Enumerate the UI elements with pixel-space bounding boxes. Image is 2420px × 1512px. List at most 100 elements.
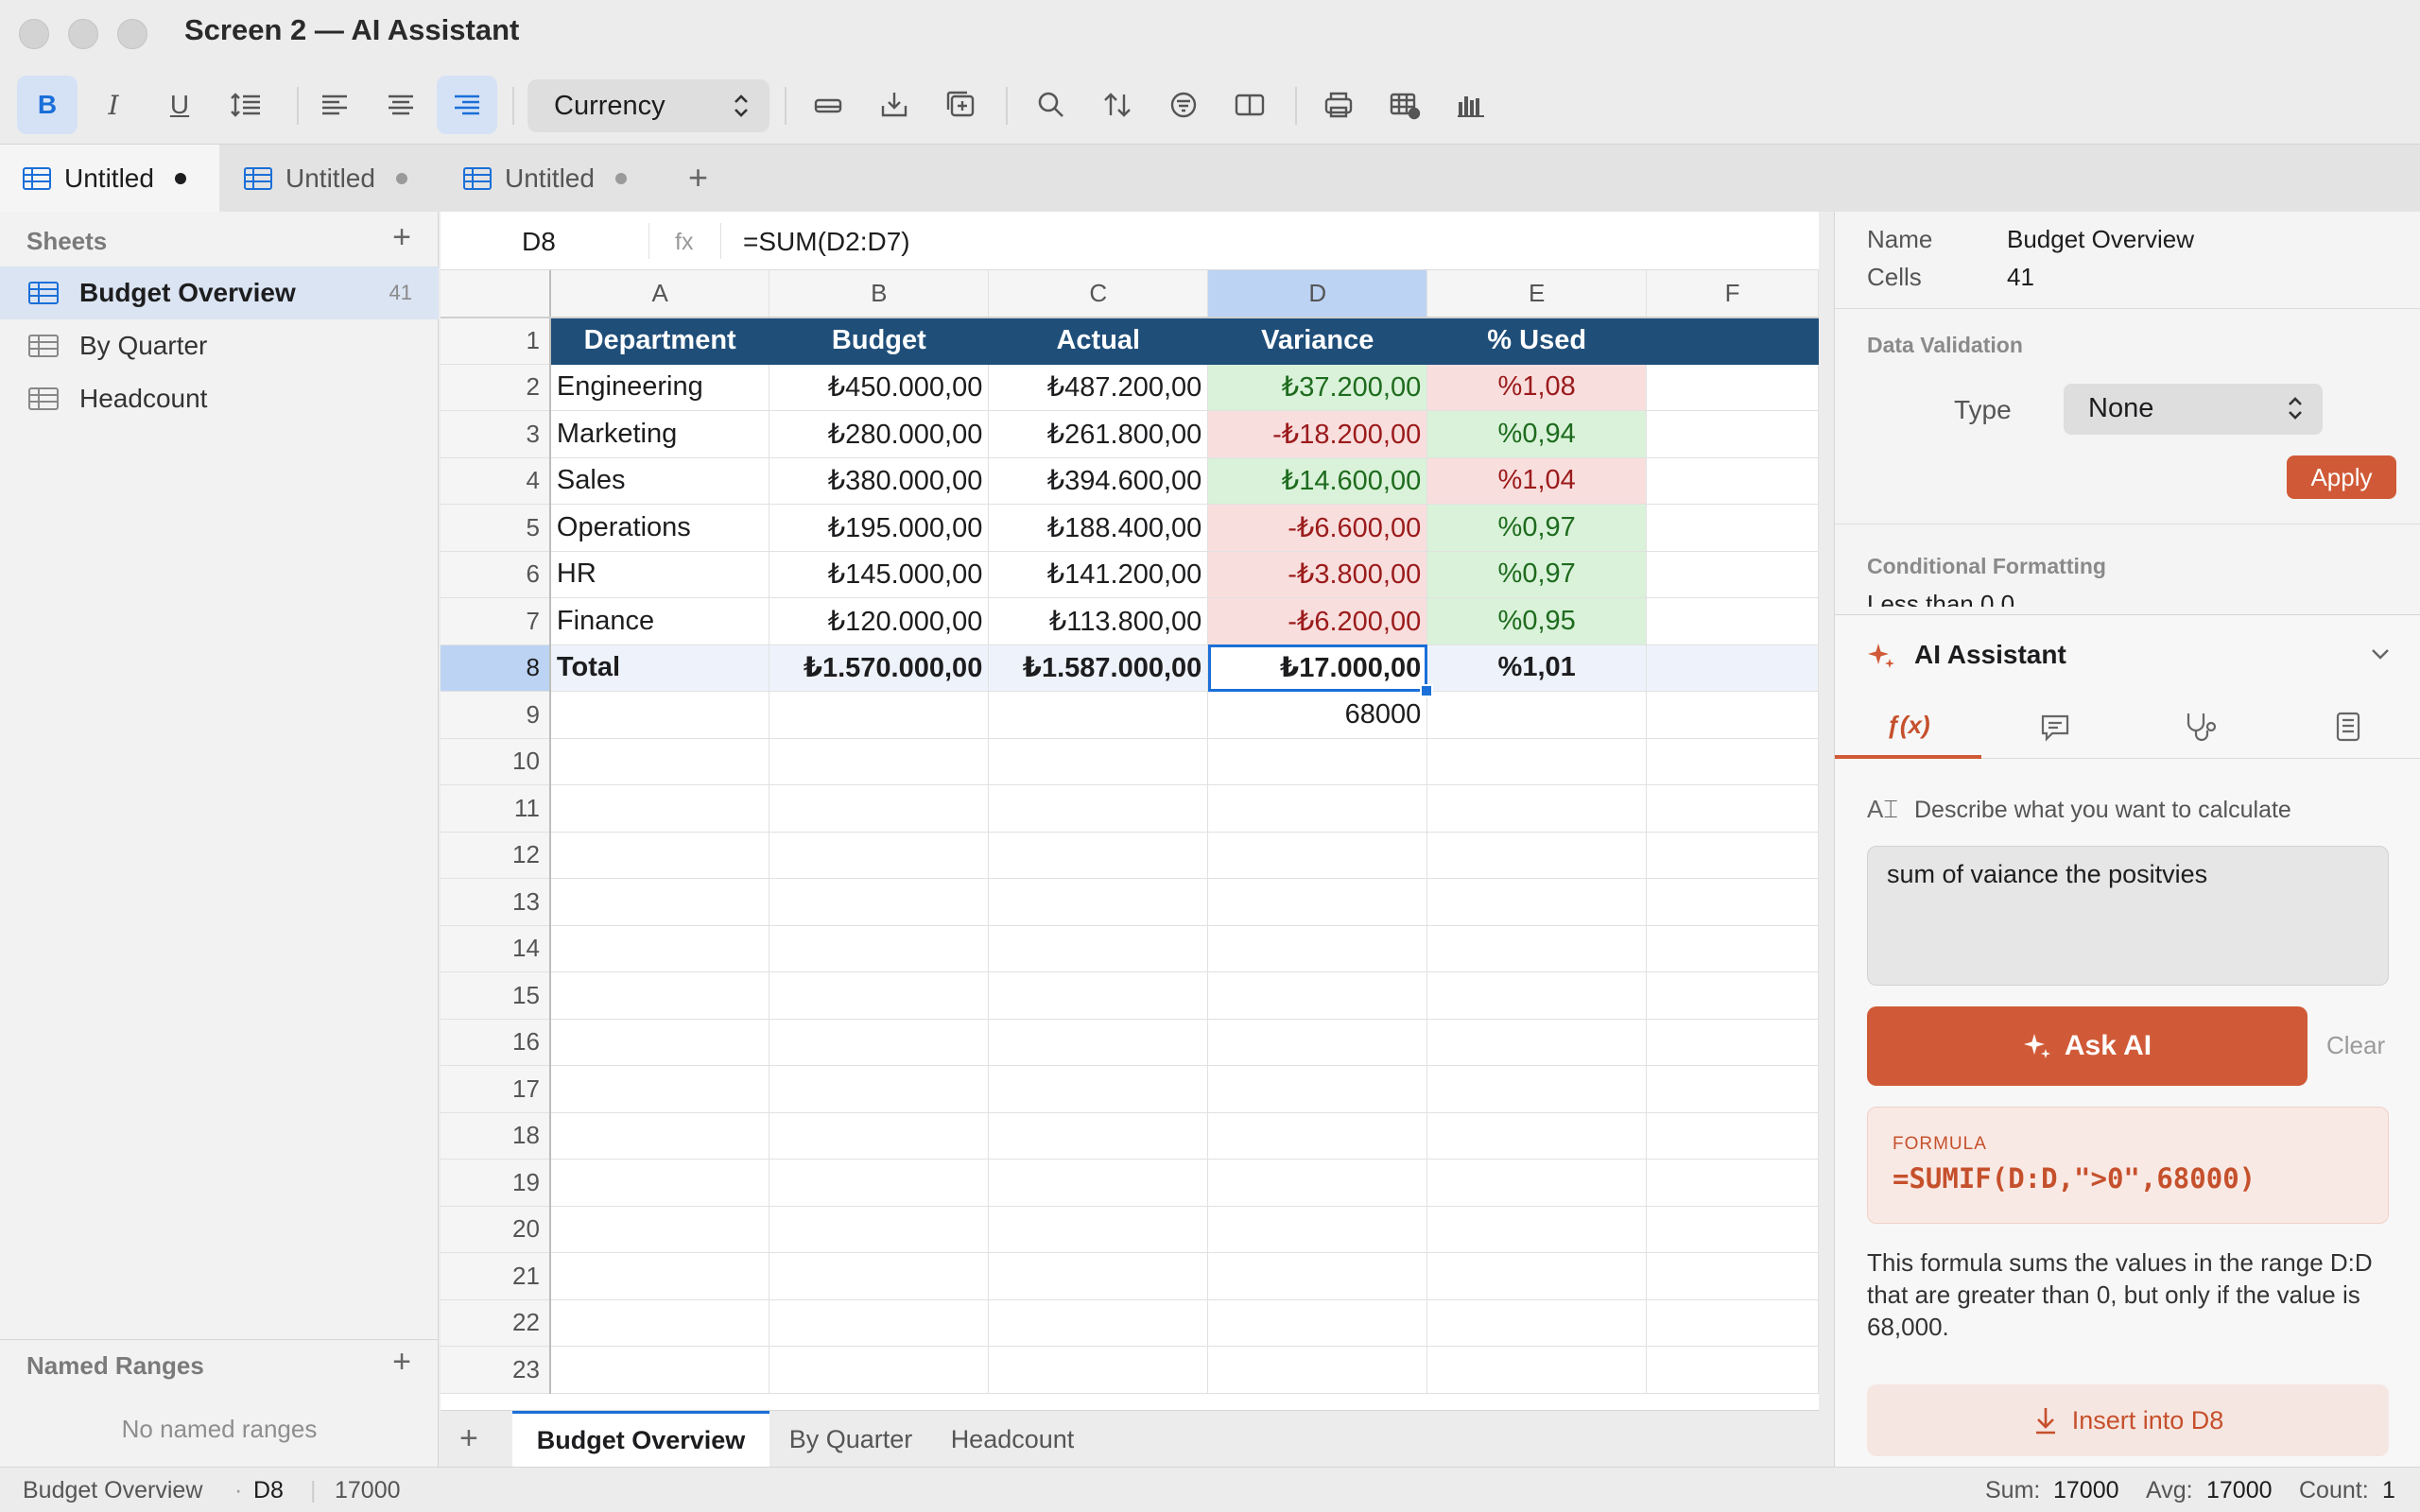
- grid-cell[interactable]: [549, 1252, 770, 1300]
- grid-cell[interactable]: [988, 1065, 1209, 1113]
- bold-button[interactable]: B: [17, 76, 78, 134]
- grid-cell[interactable]: ₺120.000,00: [769, 597, 990, 645]
- row-header[interactable]: 3: [441, 410, 551, 458]
- grid-cell[interactable]: [1207, 878, 1428, 926]
- grid-cell[interactable]: 68000: [1207, 691, 1428, 739]
- grid-cell[interactable]: [1646, 691, 1819, 739]
- grid-cell[interactable]: [1207, 1065, 1428, 1113]
- grid-cell[interactable]: [549, 971, 770, 1020]
- insert-button[interactable]: [930, 76, 991, 134]
- grid-cell[interactable]: ₺280.000,00: [769, 410, 990, 458]
- grid-cell[interactable]: [549, 1299, 770, 1347]
- number-format-select[interactable]: Currency: [527, 79, 769, 132]
- grid-cell[interactable]: Budget: [769, 317, 990, 365]
- sidebar-item-budget-overview[interactable]: Budget Overview 41: [0, 266, 439, 319]
- sidebar-item-by-quarter[interactable]: By Quarter: [0, 319, 439, 372]
- grid-cell[interactable]: [769, 878, 990, 926]
- grid-cell[interactable]: ₺37.200,00: [1207, 364, 1428, 411]
- row-header[interactable]: 11: [441, 784, 551, 833]
- grid-cell[interactable]: [1426, 1019, 1648, 1066]
- grid-cell[interactable]: [1426, 1065, 1648, 1113]
- row-header[interactable]: 10: [441, 738, 551, 785]
- row-header[interactable]: 14: [441, 925, 551, 972]
- row-header[interactable]: 15: [441, 971, 551, 1020]
- chevron-down-icon[interactable]: [2368, 642, 2393, 666]
- grid-cell[interactable]: [1426, 1112, 1648, 1160]
- grid-cell[interactable]: %1,01: [1426, 644, 1648, 692]
- row-header[interactable]: 5: [441, 504, 551, 552]
- row-header[interactable]: 9: [441, 691, 551, 739]
- tab-summary[interactable]: [2274, 695, 2420, 759]
- add-named-range-button[interactable]: +: [392, 1344, 411, 1381]
- grid-cell[interactable]: ₺195.000,00: [769, 504, 990, 552]
- grid-cell[interactable]: [769, 925, 990, 972]
- grid-cell[interactable]: ₺145.000,00: [769, 551, 990, 598]
- grid-cell[interactable]: % Used: [1426, 317, 1648, 365]
- grid-cell[interactable]: [769, 1065, 990, 1113]
- row-header[interactable]: 13: [441, 878, 551, 926]
- document-tab[interactable]: Untitled: [441, 145, 658, 213]
- align-center-button[interactable]: [371, 76, 431, 134]
- grid-cell[interactable]: [549, 1065, 770, 1113]
- grid-cell[interactable]: [1646, 644, 1819, 692]
- chart-button[interactable]: [1441, 76, 1501, 134]
- grid-cell[interactable]: [1207, 1346, 1428, 1394]
- grid-cell[interactable]: ₺17.000,00: [1207, 644, 1428, 692]
- grid-cell[interactable]: [1646, 1065, 1819, 1113]
- grid-cell[interactable]: %0,97: [1426, 551, 1648, 598]
- split-view-button[interactable]: [1219, 76, 1280, 134]
- grid-cell[interactable]: [1426, 971, 1648, 1020]
- new-tab-button[interactable]: +: [688, 158, 708, 198]
- grid-cell[interactable]: [988, 1346, 1209, 1394]
- grid-cell[interactable]: [1426, 1206, 1648, 1253]
- minimize-window-button[interactable]: [68, 19, 98, 49]
- grid-cell[interactable]: [1646, 597, 1819, 645]
- filter-button[interactable]: [1153, 76, 1214, 134]
- grid-cell[interactable]: [988, 1206, 1209, 1253]
- grid-cell[interactable]: [1426, 1159, 1648, 1207]
- line-spacing-button[interactable]: [216, 76, 276, 134]
- column-header[interactable]: A: [549, 270, 770, 318]
- grid-cell[interactable]: ₺188.400,00: [988, 504, 1209, 552]
- grid-cell[interactable]: [1646, 971, 1819, 1020]
- row-header[interactable]: 16: [441, 1019, 551, 1066]
- grid-cell[interactable]: [988, 1252, 1209, 1300]
- grid-cell[interactable]: [1646, 410, 1819, 458]
- row-header[interactable]: 12: [441, 832, 551, 879]
- row-header[interactable]: 19: [441, 1159, 551, 1207]
- tab-diagnose[interactable]: [2128, 695, 2274, 759]
- close-window-button[interactable]: [19, 19, 49, 49]
- grid-cell[interactable]: [769, 691, 990, 739]
- grid-cell[interactable]: [1207, 971, 1428, 1020]
- clear-format-button[interactable]: [798, 76, 858, 134]
- cell-reference[interactable]: D8: [522, 227, 556, 257]
- grid-cell[interactable]: [1646, 317, 1819, 365]
- ai-prompt-input[interactable]: sum of vaiance the positvies: [1867, 846, 2389, 986]
- row-header[interactable]: 20: [441, 1206, 551, 1253]
- grid-cell[interactable]: ₺450.000,00: [769, 364, 990, 411]
- row-header[interactable]: 23: [441, 1346, 551, 1394]
- sort-button[interactable]: [1087, 76, 1148, 134]
- row-header[interactable]: 8: [441, 644, 551, 692]
- grid-cell[interactable]: [1426, 1299, 1648, 1347]
- row-header[interactable]: 7: [441, 597, 551, 645]
- grid-cell[interactable]: [1207, 1206, 1428, 1253]
- grid-cell[interactable]: [1646, 878, 1819, 926]
- grid-cell[interactable]: [1426, 832, 1648, 879]
- grid-cell[interactable]: [1646, 1299, 1819, 1347]
- grid-cell[interactable]: [769, 1299, 990, 1347]
- grid-cell[interactable]: [1207, 1159, 1428, 1207]
- row-header[interactable]: 6: [441, 551, 551, 598]
- grid-cell[interactable]: [1646, 925, 1819, 972]
- row-header[interactable]: 4: [441, 457, 551, 505]
- clear-button[interactable]: Clear: [2326, 1031, 2385, 1060]
- tab-chat[interactable]: [1981, 695, 2128, 759]
- grid-cell[interactable]: [769, 1206, 990, 1253]
- row-header[interactable]: 21: [441, 1252, 551, 1300]
- conditional-rule[interactable]: Less than 0,0: [1867, 590, 2245, 607]
- grid-cell[interactable]: [1646, 504, 1819, 552]
- grid-cell[interactable]: [1207, 738, 1428, 785]
- grid-cell[interactable]: [549, 832, 770, 879]
- tab-formula[interactable]: ƒ(x): [1835, 695, 1981, 759]
- grid-cell[interactable]: [1646, 784, 1819, 833]
